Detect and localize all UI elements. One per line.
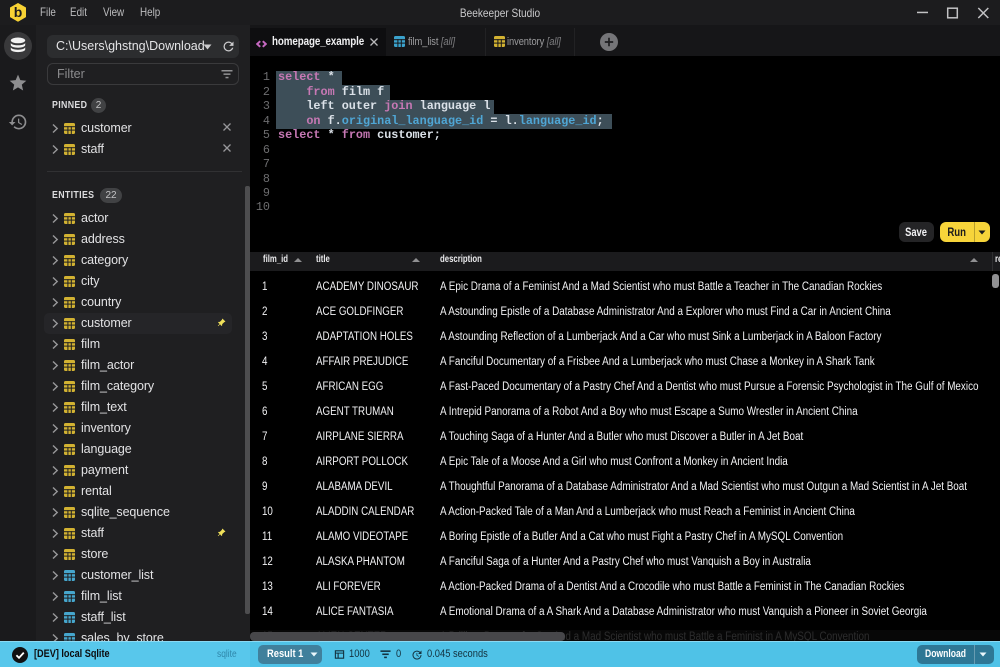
svg-text:b: b [14, 4, 23, 20]
